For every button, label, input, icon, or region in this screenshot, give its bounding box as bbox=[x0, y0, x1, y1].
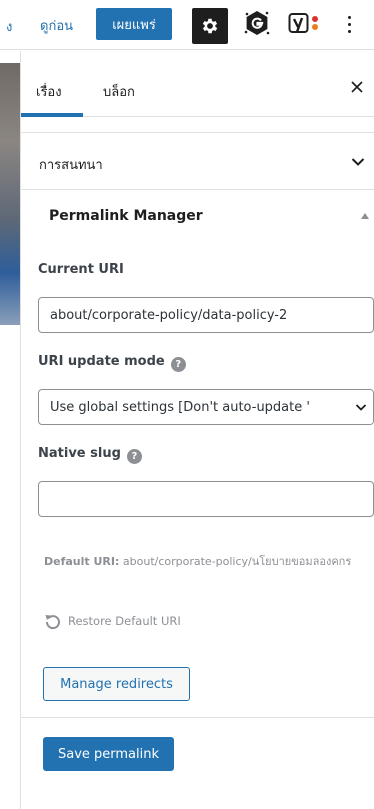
default-uri-value: about/corporate-policy/นโยบายขอมลองคกร bbox=[122, 555, 352, 568]
default-uri-text: Default URI: about/corporate-policy/นโยบ… bbox=[44, 553, 364, 571]
permalink-panel-toggle[interactable]: Permalink Manager bbox=[21, 193, 374, 241]
gear-icon[interactable] bbox=[192, 8, 228, 44]
select-value: Use global settings [Don't auto-update ' bbox=[50, 400, 310, 415]
editor-toolbar: ง ดูก่อน เผยแพร่ bbox=[0, 0, 374, 50]
divider bbox=[21, 189, 374, 190]
save-permalink-button[interactable]: Save permalink bbox=[43, 737, 174, 771]
g-logo-icon[interactable] bbox=[244, 10, 270, 36]
restore-label: Restore Default URI bbox=[68, 614, 181, 628]
toolbar-cut-text[interactable]: ง bbox=[6, 16, 12, 37]
more-dot bbox=[347, 22, 351, 26]
active-tab-indicator bbox=[21, 113, 83, 117]
settings-sidebar: เรื่อง บล็อก การสนทนา Permalink Manager … bbox=[20, 51, 374, 809]
more-dot bbox=[347, 15, 351, 19]
g-logo-glyph bbox=[244, 11, 270, 35]
tab-document[interactable]: เรื่อง bbox=[36, 81, 62, 102]
gear-icon-glyph bbox=[202, 18, 218, 34]
chevron-down-icon bbox=[351, 158, 365, 166]
current-uri-input[interactable] bbox=[38, 297, 374, 333]
default-uri-label: Default URI: bbox=[44, 555, 120, 568]
more-dot bbox=[347, 29, 351, 33]
panel-title-discussion: การสนทนา bbox=[39, 158, 103, 173]
undo-icon bbox=[45, 615, 60, 630]
panel-title-permalink: Permalink Manager bbox=[49, 208, 203, 224]
uri-update-mode-label-text: URI update mode bbox=[38, 354, 165, 369]
current-uri-label: Current URI bbox=[38, 262, 124, 277]
uri-update-mode-label: URI update mode? bbox=[38, 354, 186, 372]
help-icon[interactable]: ? bbox=[126, 449, 142, 464]
more-vertical-icon[interactable] bbox=[342, 10, 356, 38]
yoast-glyph bbox=[288, 13, 318, 33]
sidebar-tabs: เรื่อง บล็อก bbox=[21, 51, 374, 117]
editor-canvas-edge bbox=[0, 51, 20, 809]
native-slug-label: Native slug? bbox=[38, 446, 142, 464]
help-icon[interactable]: ? bbox=[170, 357, 186, 372]
chevron-down-icon bbox=[355, 404, 367, 411]
native-slug-label-text: Native slug bbox=[38, 446, 121, 461]
close-icon[interactable] bbox=[349, 79, 365, 95]
publish-button[interactable]: เผยแพร่ bbox=[96, 8, 172, 40]
manage-redirects-button[interactable]: Manage redirects bbox=[43, 667, 190, 701]
divider bbox=[21, 132, 374, 133]
featured-image-edge bbox=[0, 63, 20, 325]
uri-update-mode-select[interactable]: Use global settings [Don't auto-update ' bbox=[38, 389, 374, 425]
restore-default-uri-link[interactable]: Restore Default URI bbox=[44, 611, 181, 631]
preview-link[interactable]: ดูก่อน bbox=[40, 15, 73, 36]
discussion-panel-toggle[interactable]: การสนทนา bbox=[21, 139, 374, 187]
tab-block[interactable]: บล็อก bbox=[103, 81, 135, 102]
triangle-up-icon bbox=[361, 213, 369, 219]
native-slug-input[interactable] bbox=[38, 481, 374, 517]
divider bbox=[21, 717, 374, 718]
yoast-icon[interactable] bbox=[288, 11, 328, 37]
